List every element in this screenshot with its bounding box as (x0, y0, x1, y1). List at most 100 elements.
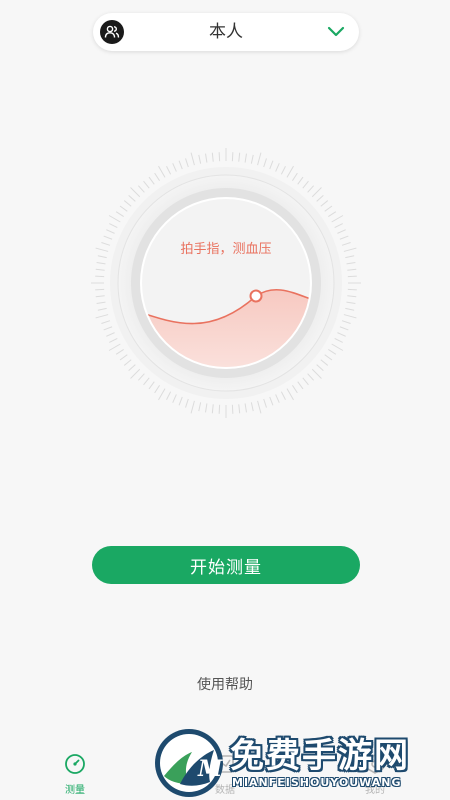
gauge-tick (205, 153, 208, 163)
gauge-tick (95, 247, 109, 252)
gauge-tick (130, 187, 141, 198)
gauge-tick (311, 187, 322, 198)
gauge-tick (185, 158, 189, 168)
gauge-tick (158, 388, 166, 401)
site-watermark: M 免费手游网 MIANFEISHOUYOUWANG (150, 726, 450, 800)
gauge-tick (334, 337, 343, 343)
gauge-tick (302, 377, 309, 386)
gauge-tick (97, 307, 107, 311)
gauge-tick (339, 235, 349, 240)
gauge-tick (307, 185, 315, 193)
gauge-tick (211, 152, 214, 162)
gauge-tick (238, 404, 241, 414)
gauge-tick (178, 160, 183, 170)
gauge-tick (320, 359, 329, 366)
gauge-tick (343, 314, 357, 319)
watermark-logo-icon: M (155, 729, 223, 797)
gauge-tick (106, 229, 115, 234)
gauge-tick (269, 160, 274, 170)
gauge-tick (115, 211, 124, 217)
gauge-tick (292, 385, 298, 394)
gauge-tick (172, 394, 177, 403)
gauge-tick (101, 320, 111, 324)
gauge-tick (137, 373, 145, 381)
watermark-title: 免费手游网 (230, 736, 410, 776)
gauge-tick (148, 381, 155, 390)
gauge-tick (331, 215, 344, 223)
gauge-tick (172, 163, 177, 172)
gauge-tick (320, 200, 329, 207)
gauge-tick (302, 180, 309, 189)
gauge-tick (190, 152, 195, 166)
gauge-tick (244, 403, 247, 413)
gauge-tick (324, 205, 333, 212)
gauge-tick (158, 165, 166, 178)
gauge-tick (166, 391, 172, 400)
gauge-tick (95, 314, 109, 319)
gauge-tick (103, 235, 113, 240)
gauge-tick (244, 153, 247, 163)
gauge-tick (109, 223, 118, 229)
gauge-tick (297, 176, 304, 185)
gauge-tick (95, 295, 105, 298)
gauge-tick (115, 349, 124, 355)
gauge-tick (328, 349, 337, 355)
gauge-tick (103, 326, 113, 331)
gauge-tick (198, 154, 202, 164)
gauge-tick (108, 215, 121, 223)
gauge-tick (328, 211, 337, 217)
gauge-tick (148, 176, 155, 185)
gauge-tick (154, 172, 160, 181)
gauge-instruction: 拍手指，测血压 (180, 242, 271, 257)
gauge-tick (128, 194, 136, 202)
gauge-tick (250, 154, 254, 164)
gauge-tick (316, 194, 324, 202)
gauge-tick (123, 359, 132, 366)
gauge-tick (137, 185, 145, 193)
chevron-down-icon[interactable] (327, 24, 345, 40)
gauge-tick (205, 403, 208, 413)
gauge-tick (130, 368, 141, 379)
gauge-tick (166, 166, 172, 175)
gauge-tick (97, 255, 107, 259)
gauge-icon (64, 753, 86, 779)
gauge-tick (109, 337, 118, 343)
gauge-tick (96, 262, 106, 265)
gauge-tick (119, 354, 128, 361)
gauge-tick (101, 242, 111, 246)
gauge-tick (238, 152, 241, 162)
gauge-tick (257, 400, 262, 414)
gauge-tick (292, 172, 298, 181)
gauge-tick (263, 158, 267, 168)
gauge-tick (280, 391, 286, 400)
gauge-tick (347, 295, 357, 298)
gauge-tick (106, 332, 115, 337)
gauge-tick (341, 242, 351, 246)
start-measure-button[interactable]: 开始测量 (92, 546, 360, 584)
gauge-tick (178, 396, 183, 406)
measurement-gauge: 拍手指，测血压 (90, 147, 362, 419)
gauge-tick (96, 301, 106, 304)
gauge-tick (346, 262, 356, 265)
gauge-tick (297, 381, 304, 390)
gauge-tick (119, 205, 128, 212)
gauge-tick (143, 377, 150, 386)
gauge-tick (337, 229, 346, 234)
gauge-tick (257, 152, 262, 166)
help-link[interactable]: 使用帮助 (0, 674, 450, 694)
profile-name: 本人 (209, 22, 243, 42)
gauge-tick (143, 180, 150, 189)
gauge-tick (307, 373, 315, 381)
gauge-tick (263, 398, 267, 408)
gauge-tick (331, 343, 344, 351)
gauge-tick (341, 320, 351, 324)
tab-measure[interactable]: 测量 (35, 753, 115, 796)
gauge-tick (286, 165, 294, 178)
gauge-tick (95, 268, 105, 271)
gauge-tick (334, 223, 343, 229)
gauge-tick (337, 332, 346, 337)
gauge-tick (275, 163, 280, 172)
profile-selector[interactable]: 本人 (93, 13, 359, 51)
gauge-tick (347, 268, 357, 271)
gauge-tick (346, 301, 356, 304)
